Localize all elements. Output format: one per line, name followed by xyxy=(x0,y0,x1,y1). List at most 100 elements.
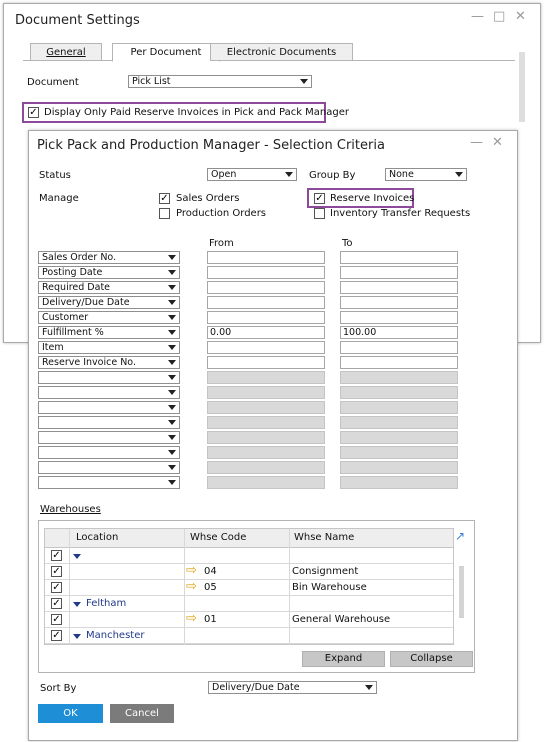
criteria-to-input[interactable] xyxy=(340,281,458,294)
criteria-from-input[interactable] xyxy=(207,461,325,474)
criteria-from-input[interactable] xyxy=(207,356,325,369)
tree-collapse-icon[interactable] xyxy=(73,602,81,607)
document-select[interactable]: Pick List xyxy=(128,75,312,88)
criteria-to-input[interactable] xyxy=(340,266,458,279)
criteria-field-name: Reserve Invoice No. xyxy=(42,357,136,368)
cancel-button[interactable]: Cancel xyxy=(110,704,174,723)
criteria-from-input[interactable] xyxy=(207,386,325,399)
criteria-to-input[interactable]: 100.00 xyxy=(340,326,458,339)
minimize-icon[interactable]: — xyxy=(470,135,483,150)
scrollbar-track[interactable] xyxy=(519,52,525,122)
criteria-from-input[interactable] xyxy=(207,416,325,429)
criteria-from-input[interactable] xyxy=(207,266,325,279)
reserve-invoices-checkbox[interactable]: ✓ xyxy=(314,193,325,204)
warehouse-row-checkbox[interactable]: ✓ xyxy=(51,566,62,577)
criteria-to-input[interactable] xyxy=(340,446,458,459)
manage-label: Manage xyxy=(39,193,79,204)
criteria-field-select[interactable]: Delivery/Due Date xyxy=(38,296,180,309)
link-arrow-icon[interactable]: ⇨ xyxy=(186,564,197,578)
warehouses-label[interactable]: Warehouses xyxy=(40,504,101,515)
grid-scrollbar[interactable] xyxy=(459,566,464,618)
criteria-to-input[interactable] xyxy=(340,311,458,324)
criteria-field-select[interactable] xyxy=(38,461,180,474)
tab-per-document[interactable]: Per Document xyxy=(112,43,220,62)
collapse-button[interactable]: Collapse xyxy=(390,651,473,667)
tree-collapse-icon[interactable] xyxy=(73,554,81,559)
criteria-field-select[interactable]: Customer xyxy=(38,311,180,324)
chevron-down-icon xyxy=(168,375,176,380)
criteria-from-input[interactable] xyxy=(207,401,325,414)
warehouse-row-checkbox[interactable]: ✓ xyxy=(51,630,62,641)
criteria-field-select[interactable]: Reserve Invoice No. xyxy=(38,356,180,369)
group-by-select[interactable]: None xyxy=(385,168,467,181)
criteria-to-input[interactable] xyxy=(340,356,458,369)
warehouse-row-checkbox[interactable]: ✓ xyxy=(51,598,62,609)
criteria-from-input[interactable] xyxy=(207,281,325,294)
grid-header-whse-name[interactable]: Whse Name xyxy=(294,532,354,543)
criteria-field-select[interactable] xyxy=(38,431,180,444)
criteria-from-input[interactable] xyxy=(207,446,325,459)
chevron-down-icon xyxy=(168,360,176,365)
criteria-from-input[interactable] xyxy=(207,431,325,444)
sales-orders-label: Sales Orders xyxy=(176,193,240,204)
criteria-from-input[interactable] xyxy=(207,251,325,264)
grid-header-whse-code[interactable]: Whse Code xyxy=(190,532,246,543)
criteria-to-input[interactable] xyxy=(340,401,458,414)
criteria-field-select[interactable] xyxy=(38,371,180,384)
warehouse-row-checkbox[interactable]: ✓ xyxy=(51,614,62,625)
minimize-icon[interactable]: — xyxy=(471,9,484,24)
criteria-to-input[interactable] xyxy=(340,371,458,384)
location-name: Feltham xyxy=(86,598,127,609)
criteria-field-select[interactable]: Item xyxy=(38,341,180,354)
criteria-to-input[interactable] xyxy=(340,296,458,309)
link-arrow-icon[interactable]: ⇨ xyxy=(186,580,197,594)
warehouse-row-checkbox[interactable]: ✓ xyxy=(51,582,62,593)
criteria-from-input[interactable] xyxy=(207,311,325,324)
criteria-field-select[interactable] xyxy=(38,416,180,429)
expand-button[interactable]: Expand xyxy=(302,651,385,667)
criteria-from-input[interactable] xyxy=(207,476,325,489)
close-icon[interactable]: ✕ xyxy=(515,9,526,24)
criteria-from-input[interactable] xyxy=(207,296,325,309)
tab-general[interactable]: General xyxy=(30,43,102,61)
maximize-icon[interactable]: □ xyxy=(493,9,505,24)
criteria-field-select[interactable] xyxy=(38,401,180,414)
to-label: To xyxy=(342,238,353,249)
paid-reserve-checkbox[interactable]: ✓ xyxy=(28,107,39,118)
inventory-transfer-checkbox[interactable] xyxy=(314,208,325,219)
criteria-field-select[interactable] xyxy=(38,476,180,489)
chevron-down-icon xyxy=(365,685,373,690)
sales-orders-checkbox[interactable]: ✓ xyxy=(159,193,170,204)
criteria-to-input[interactable] xyxy=(340,341,458,354)
criteria-to-input[interactable] xyxy=(340,431,458,444)
expand-corner-icon[interactable]: ↗ xyxy=(455,530,467,542)
close-icon[interactable]: ✕ xyxy=(492,135,503,150)
chevron-down-icon xyxy=(168,330,176,335)
production-orders-label: Production Orders xyxy=(176,208,267,219)
grid-header-location[interactable]: Location xyxy=(76,532,118,543)
criteria-to-input[interactable] xyxy=(340,386,458,399)
ok-button[interactable]: OK xyxy=(38,704,103,723)
criteria-field-select[interactable] xyxy=(38,386,180,399)
criteria-field-select[interactable]: Posting Date xyxy=(38,266,180,279)
criteria-field-select[interactable]: Sales Order No. xyxy=(38,251,180,264)
criteria-from-input[interactable]: 0.00 xyxy=(207,326,325,339)
status-select[interactable]: Open xyxy=(207,168,297,181)
criteria-field-name: Posting Date xyxy=(42,267,103,278)
tree-collapse-icon[interactable] xyxy=(73,634,81,639)
criteria-to-input[interactable] xyxy=(340,476,458,489)
criteria-field-select[interactable] xyxy=(38,446,180,459)
criteria-from-input[interactable] xyxy=(207,371,325,384)
tab-electronic-documents[interactable]: Electronic Documents xyxy=(210,43,353,61)
sort-by-select[interactable]: Delivery/Due Date xyxy=(208,681,377,694)
link-arrow-icon[interactable]: ⇨ xyxy=(186,612,197,626)
warehouse-row-checkbox[interactable]: ✓ xyxy=(51,550,62,561)
tab-electronic-documents-label: Electronic Documents xyxy=(226,47,337,58)
criteria-to-input[interactable] xyxy=(340,251,458,264)
criteria-field-select[interactable]: Fulfillment % xyxy=(38,326,180,339)
production-orders-checkbox[interactable] xyxy=(159,208,170,219)
criteria-field-select[interactable]: Required Date xyxy=(38,281,180,294)
criteria-to-input[interactable] xyxy=(340,461,458,474)
criteria-to-input[interactable] xyxy=(340,416,458,429)
criteria-from-input[interactable] xyxy=(207,341,325,354)
